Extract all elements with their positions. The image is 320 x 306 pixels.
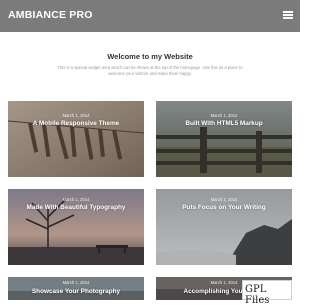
welcome-text: This is a special widget area which can … (57, 65, 243, 76)
post-card-mobile-responsive[interactable]: March 1, 2014 A Mobile Responsive Theme (8, 101, 144, 177)
site-title[interactable]: AMBIANCE PRO (8, 9, 93, 21)
post-date: March 1, 2014 (62, 280, 90, 285)
gpl-files-watermark: GPL Files (242, 280, 292, 306)
watermark-text: GPL Files (245, 284, 270, 306)
post-title[interactable]: Puts Focus on Your Writing (156, 204, 292, 211)
post-date: March 1, 2014 (62, 197, 90, 202)
post-date: March 1, 2014 (62, 113, 90, 118)
post-card-beautiful-typography[interactable]: March 1, 2014 Made With Beautiful Typogr… (8, 189, 144, 265)
post-date: March 1, 2014 (210, 197, 238, 202)
post-card-photography[interactable]: March 1, 2014 Showcase Your Photography (8, 277, 144, 300)
post-date: March 1, 2014 (210, 113, 238, 118)
hamburger-menu-icon[interactable] (283, 11, 293, 19)
welcome-title: Welcome to my Website (107, 52, 193, 61)
site-header: AMBIANCE PRO (0, 0, 300, 32)
post-card-focus-writing[interactable]: March 1, 2014 Puts Focus on Your Writing (156, 189, 292, 265)
post-title[interactable]: Showcase Your Photography (8, 288, 144, 295)
post-title[interactable]: Made With Beautiful Typography (8, 204, 144, 211)
post-title[interactable]: A Mobile Responsive Theme (8, 120, 144, 127)
post-title[interactable]: Built With HTML5 Markup (156, 120, 292, 127)
post-card-html5-markup[interactable]: March 1, 2014 Built With HTML5 Markup (156, 101, 292, 177)
